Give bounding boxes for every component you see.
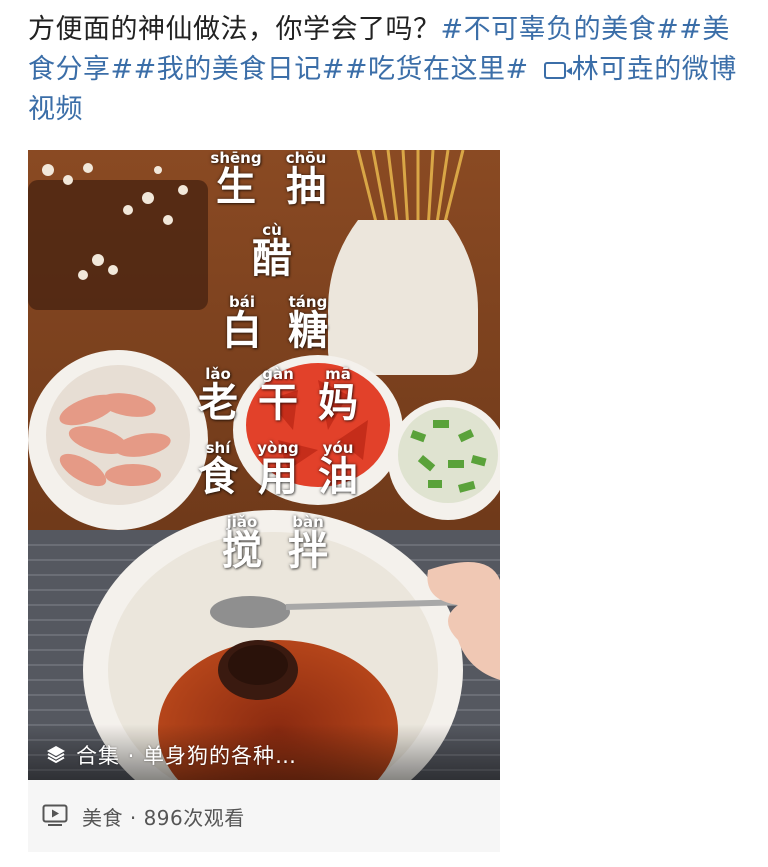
overlay-word: shēng 生 — [210, 150, 262, 210]
overlay-word: yóu 油 — [318, 439, 358, 500]
overlay-word: gàn 干 — [258, 365, 298, 426]
hashtag-link[interactable]: #不可辜负的美食# — [441, 14, 680, 45]
overlay-word: bái 白 — [222, 293, 262, 354]
overlay-word: shí 食 — [198, 439, 238, 500]
hashtag-link[interactable]: #我的美食日记# — [134, 54, 345, 85]
play-video-icon — [42, 804, 68, 826]
overlay-word: jiǎo 搅 — [222, 513, 262, 574]
post-body: 方便面的神仙做法，你学会了吗？#不可辜负的美食##美食分享##我的美食日记##吃… — [28, 10, 748, 130]
overlay-word: yòng 用 — [257, 439, 299, 500]
collection-bar[interactable]: 合集 · 单身狗的各种… — [28, 724, 500, 780]
overlay-word: mā 妈 — [318, 365, 358, 426]
layers-icon — [47, 746, 65, 764]
overlay-word: bàn 拌 — [288, 513, 328, 574]
video-player[interactable]: shēng 生 chōu 抽 cù 醋 bái 白 táng 糖 lǎo 老 gàn 干 mā… — [28, 150, 500, 780]
video-meta: 美食 · 896次观看 — [28, 780, 500, 852]
hashtag-link[interactable]: #吃货在这里# — [345, 54, 529, 85]
overlay-word: chōu 抽 — [285, 150, 327, 210]
overlay-word: lǎo 老 — [198, 365, 238, 426]
category-views: 美食 · 896次观看 — [82, 806, 245, 830]
overlay-word: cù 醋 — [252, 221, 292, 282]
video-camera-icon — [543, 62, 572, 79]
overlay-word: táng 糖 — [288, 293, 328, 354]
post-text: 方便面的神仙做法，你学会了吗？ — [28, 14, 441, 45]
collection-label: 合集 · 单身狗的各种… — [76, 744, 298, 768]
